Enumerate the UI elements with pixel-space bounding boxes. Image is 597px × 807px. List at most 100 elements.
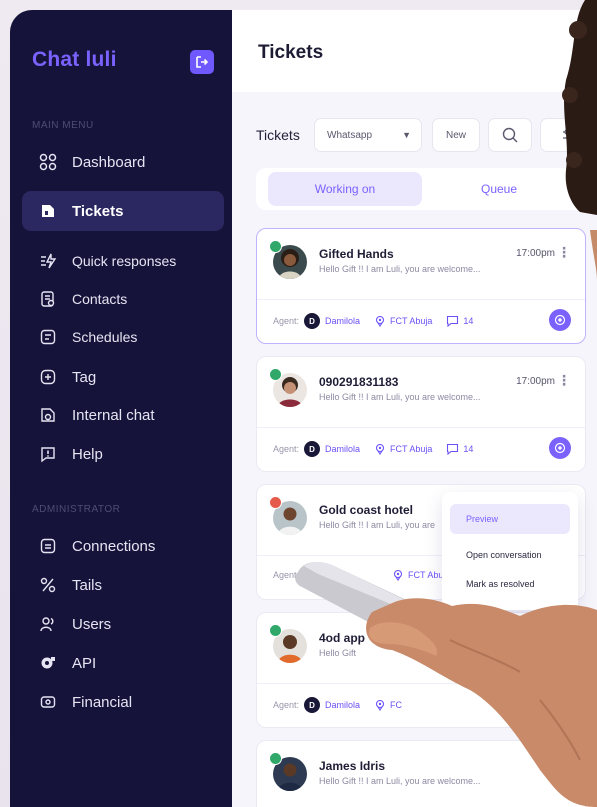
sidebar: Chat luli MAIN MENU Dashboard Tickets Qu… — [10, 10, 232, 807]
location-pin-icon — [374, 443, 386, 455]
ticket-location: FCT Abuja — [390, 444, 433, 454]
ticket-last-message: Hello Gift — [319, 648, 357, 658]
ticket-card[interactable]: Gifted Hands Hello Gift !! I am Luli, yo… — [256, 228, 586, 344]
ticket-time: 17:00pm — [516, 248, 555, 259]
agent-label: Agent: — [273, 570, 300, 580]
users-icon — [38, 614, 58, 634]
sidebar-item-connections[interactable]: Connections — [22, 526, 224, 566]
ticket-contact-name: Gold coast hotel — [319, 503, 414, 517]
kebab-menu-icon[interactable]: ⋮ — [557, 372, 571, 389]
ticket-location: FCT Abu — [408, 570, 444, 580]
search-icon — [502, 127, 518, 143]
sidebar-item-help[interactable]: Help — [22, 434, 224, 474]
ticket-contact-name: 4od app — [319, 631, 366, 645]
administrator-label: ADMINISTRATOR — [32, 504, 121, 515]
sidebar-item-label: Schedules — [72, 329, 138, 345]
tag-icon — [38, 367, 58, 387]
location-pin-icon — [392, 569, 404, 581]
calendar-icon — [38, 327, 58, 347]
location-pin-icon — [374, 699, 386, 711]
ticket-time: 17:00pm — [516, 376, 555, 387]
agent-label: Agent: — [273, 700, 300, 710]
tab-working-on[interactable]: Working on — [268, 172, 422, 206]
main-menu-label: MAIN MENU — [32, 120, 94, 131]
percent-icon — [38, 575, 58, 595]
ticket-footer: Agent: D Damilola FC — [273, 697, 416, 713]
preview-eye-button[interactable] — [549, 309, 571, 331]
sidebar-item-label: Tag — [72, 368, 97, 386]
ticket-card[interactable]: 090291831183 Hello Gift !! I am Luli, yo… — [256, 356, 586, 472]
sidebar-item-tails[interactable]: Tails — [22, 565, 224, 605]
contact-card-icon — [38, 289, 58, 309]
status-badge — [269, 496, 282, 509]
sidebar-item-label: Financial — [72, 693, 133, 711]
sidebar-item-label: Dashboard — [72, 153, 146, 171]
divider — [257, 299, 585, 300]
ticket-footer: Agent: D Damilola FCT Abuja 14 — [273, 313, 473, 329]
menu-item-mark-resolved[interactable]: Mark as resolved — [450, 569, 570, 599]
menu-item-open-conversation[interactable]: Open conversation — [450, 540, 570, 570]
agent-label: Agent: — [273, 316, 300, 326]
sidebar-item-financial[interactable]: Financial — [22, 682, 224, 722]
sidebar-item-label: Help — [72, 445, 103, 463]
sidebar-item-label: Contacts — [72, 291, 128, 307]
filter-button[interactable] — [540, 118, 597, 152]
sidebar-item-schedules[interactable]: Schedules — [22, 317, 224, 357]
channel-select[interactable]: Whatsapp ▼ — [314, 118, 422, 152]
sliders-icon — [563, 129, 575, 141]
sidebar-item-contacts[interactable]: Contacts — [22, 279, 224, 319]
money-icon — [38, 692, 58, 712]
divider — [257, 683, 585, 684]
ticket-status-tabs: Working on Queue — [256, 168, 586, 210]
eye-icon — [554, 442, 566, 454]
dropdown-caret-icon: ▼ — [402, 130, 411, 140]
ticket-contact-name: Gifted Hands — [319, 247, 394, 261]
sidebar-item-api[interactable]: API — [22, 643, 224, 683]
ticket-location: FC — [390, 700, 403, 710]
lightning-icon — [38, 251, 58, 271]
sidebar-item-label: Internal chat — [72, 406, 155, 424]
kebab-menu-icon[interactable]: ⋮ — [557, 628, 571, 645]
whatsapp-icon — [269, 624, 282, 637]
sidebar-item-tickets[interactable]: Tickets — [22, 191, 224, 231]
sidebar-item-quick-responses[interactable]: Quick responses — [22, 241, 224, 281]
sidebar-item-label: API — [72, 654, 97, 672]
link-icon — [38, 536, 58, 556]
menu-item-preview[interactable]: Preview — [450, 504, 570, 534]
sidebar-item-tag[interactable]: Tag — [22, 357, 224, 397]
ticket-card[interactable]: James Idris Hello Gift !! I am Luli, you… — [256, 740, 586, 807]
sidebar-item-label: Tickets — [72, 202, 124, 220]
sidebar-item-label: Tails — [72, 576, 103, 594]
message-count: 14 — [463, 316, 474, 326]
ticket-last-message: Hello Gift !! I am Luli, you are welcome… — [319, 264, 481, 274]
tab-queue[interactable]: Queue — [422, 172, 576, 206]
grid-icon — [38, 152, 58, 172]
agent-avatar: D — [304, 313, 321, 329]
collapse-sidebar-button[interactable] — [190, 50, 214, 74]
message-count-icon — [446, 443, 459, 455]
page-header: Tickets — [232, 10, 597, 92]
sidebar-item-internal-chat[interactable]: Internal chat — [22, 395, 224, 435]
whatsapp-icon — [269, 240, 282, 253]
new-ticket-button[interactable]: New — [432, 118, 480, 152]
logout-arrow-icon — [196, 56, 209, 68]
agent-label: Agent: — [273, 444, 300, 454]
ticket-card[interactable]: 4od app Hello Gift ⋮ Agent: D Damilola F… — [256, 612, 586, 728]
help-icon — [38, 444, 58, 464]
ticket-footer: Agent: FCT Abu — [273, 569, 457, 581]
whatsapp-icon — [269, 368, 282, 381]
channel-select-value: Whatsapp — [327, 129, 373, 141]
message-count: 14 — [463, 444, 474, 454]
preview-eye-button[interactable] — [549, 437, 571, 459]
kebab-menu-icon[interactable]: ⋮ — [557, 244, 571, 261]
sidebar-item-label: Users — [72, 615, 112, 633]
page-title: Tickets — [258, 42, 324, 63]
search-button[interactable] — [488, 118, 532, 152]
sidebar-item-dashboard[interactable]: Dashboard — [22, 142, 224, 182]
ticket-last-message: Hello Gift !! I am Luli, you are — [319, 520, 436, 530]
ticket-context-menu: Preview Open conversation Mark as resolv… — [442, 492, 578, 610]
sidebar-item-users[interactable]: Users — [22, 604, 224, 644]
agent-name: Damilola — [325, 316, 361, 326]
location-pin-icon — [374, 315, 386, 327]
divider — [257, 427, 585, 428]
